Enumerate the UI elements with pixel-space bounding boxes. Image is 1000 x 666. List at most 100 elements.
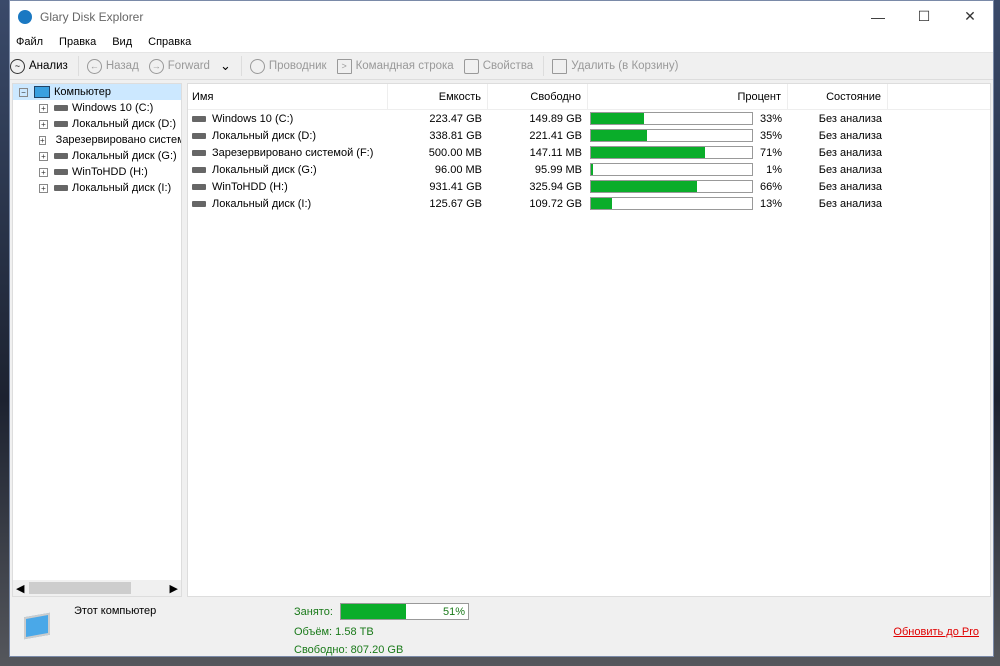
row-name: WinToHDD (H:): [188, 181, 388, 193]
tree-item[interactable]: + Локальный диск (D:): [13, 116, 181, 132]
drive-free: 149.89 GB: [529, 112, 582, 125]
menu-edit[interactable]: Правка: [59, 36, 96, 48]
drive-icon: [192, 115, 206, 122]
cmd-label: Командная строка: [355, 60, 454, 72]
computer-icon: [34, 86, 50, 98]
tree-item-label: Windows 10 (C:): [72, 102, 154, 114]
table-row[interactable]: Локальный диск (I:) 125.67 GB 109.72 GB …: [188, 195, 990, 212]
drive-state: Без анализа: [818, 112, 882, 125]
app-logo-icon: [18, 9, 32, 24]
tree-item[interactable]: + WinToHDD (H:): [13, 164, 181, 180]
back-label: Назад: [105, 60, 139, 72]
used-percent: 51%: [442, 606, 465, 618]
row-name: Windows 10 (C:): [188, 113, 388, 125]
col-state[interactable]: Состояние: [788, 83, 888, 110]
table-row[interactable]: Локальный диск (D:) 338.81 GB 221.41 GB …: [188, 127, 990, 144]
analyze-icon: ~: [10, 58, 25, 74]
tree-item[interactable]: + Локальный диск (I:): [13, 180, 181, 196]
tree-item[interactable]: + Зарезервировано системой (F:): [13, 132, 181, 148]
drive-percent: 13%: [588, 197, 788, 210]
history-dropdown[interactable]: ⌄: [220, 58, 231, 74]
row-name: Локальный диск (I:): [188, 198, 388, 210]
col-free[interactable]: Свободно: [488, 83, 588, 110]
terminal-icon: >: [336, 58, 352, 74]
close-button[interactable]: ✕: [947, 1, 993, 32]
percent-text: 33%: [759, 112, 782, 125]
forward-button[interactable]: → Forward: [148, 58, 210, 74]
expand-icon[interactable]: +: [39, 119, 48, 129]
explorer-button[interactable]: Проводник: [249, 58, 327, 74]
drive-name: Windows 10 (C:): [212, 112, 294, 125]
drive-list: Имя Емкость Свободно Процент Состояние W…: [187, 83, 991, 597]
drive-name: Локальный диск (G:): [212, 163, 317, 176]
table-row[interactable]: WinToHDD (H:) 931.41 GB 325.94 GB 66% Бе…: [188, 178, 990, 195]
drive-icon: [192, 166, 206, 173]
col-capacity[interactable]: Емкость: [388, 83, 488, 110]
expand-icon[interactable]: +: [39, 103, 48, 113]
tree-item-label: Зарезервировано системой (F:): [55, 134, 181, 146]
delete-button[interactable]: Удалить (в Корзину): [552, 58, 678, 74]
drive-capacity: 500.00 MB: [428, 146, 482, 159]
properties-button[interactable]: Свойства: [463, 58, 533, 74]
percent-text: 35%: [759, 129, 782, 142]
chevron-down-icon: ⌄: [219, 58, 231, 73]
usage-bar: [590, 146, 753, 159]
drive-capacity: 931.41 GB: [429, 180, 482, 193]
percent-text: 1%: [766, 163, 782, 176]
status-name: Этот компьютер: [74, 605, 157, 617]
forward-label: Forward: [167, 60, 210, 72]
col-name[interactable]: Имя: [188, 83, 388, 110]
search-icon: [249, 58, 265, 74]
cmd-button[interactable]: > Командная строка: [336, 58, 454, 74]
analyze-button[interactable]: ~ Анализ: [10, 58, 68, 74]
explorer-label: Проводник: [268, 60, 327, 72]
menu-bar: Файл Правка Вид Справка: [10, 32, 993, 52]
maximize-button[interactable]: ☐: [901, 1, 947, 32]
scrollbar-thumb[interactable]: [29, 582, 131, 594]
expand-icon[interactable]: +: [39, 183, 48, 193]
used-progress: 51%: [340, 603, 469, 620]
window-title: Glary Disk Explorer: [40, 9, 144, 24]
scroll-left-icon[interactable]: ◀: [16, 582, 24, 595]
tree-root-label: Компьютер: [54, 86, 111, 98]
table-row[interactable]: Windows 10 (C:) 223.47 GB 149.89 GB 33% …: [188, 110, 990, 127]
tree-item-label: Локальный диск (G:): [72, 150, 177, 162]
tree-item-label: Локальный диск (I:): [72, 182, 172, 194]
tree-item[interactable]: + Локальный диск (G:): [13, 148, 181, 164]
drive-free: 95.99 MB: [534, 163, 582, 176]
menu-file[interactable]: Файл: [16, 36, 43, 48]
menu-view[interactable]: Вид: [112, 36, 132, 48]
upgrade-link[interactable]: Обновить до Pro: [893, 626, 979, 638]
expand-icon[interactable]: +: [39, 135, 46, 145]
tree-item[interactable]: + Windows 10 (C:): [13, 100, 181, 116]
folder-tree: − Компьютер + Windows 10 (C:) + Локальный д…: [12, 83, 182, 597]
computer-icon: [24, 612, 50, 640]
forward-arrow-icon: →: [148, 58, 164, 74]
percent-text: 66%: [759, 180, 782, 193]
drive-name: WinToHDD (H:): [212, 180, 288, 193]
percent-text: 13%: [759, 197, 782, 210]
drive-free: 325.94 GB: [529, 180, 582, 193]
minimize-button[interactable]: —: [855, 1, 901, 32]
scroll-right-icon[interactable]: ▶: [170, 582, 178, 595]
list-header: Имя Емкость Свободно Процент Состояние: [188, 83, 990, 110]
back-button[interactable]: ← Назад: [86, 58, 139, 74]
drive-percent: 1%: [588, 163, 788, 176]
menu-help[interactable]: Справка: [148, 36, 191, 48]
drive-capacity: 125.67 GB: [429, 197, 482, 210]
used-label: Занято:: [294, 606, 333, 618]
drive-icon: [54, 121, 68, 127]
table-row[interactable]: Зарезервировано системой (F:) 500.00 MB …: [188, 144, 990, 161]
col-percent[interactable]: Процент: [588, 83, 788, 110]
expand-icon[interactable]: +: [39, 151, 48, 161]
horizontal-scrollbar[interactable]: ◀ ▶: [13, 580, 181, 596]
drive-percent: 66%: [588, 180, 788, 193]
collapse-icon[interactable]: −: [19, 87, 28, 97]
expand-icon[interactable]: +: [39, 167, 48, 177]
tree-root[interactable]: − Компьютер: [13, 84, 181, 100]
table-row[interactable]: Локальный диск (G:) 96.00 MB 95.99 MB 1%…: [188, 161, 990, 178]
drive-icon: [192, 200, 206, 207]
drive-free: 109.72 GB: [529, 197, 582, 210]
back-arrow-icon: ←: [86, 58, 102, 74]
analyze-label: Анализ: [29, 60, 68, 72]
